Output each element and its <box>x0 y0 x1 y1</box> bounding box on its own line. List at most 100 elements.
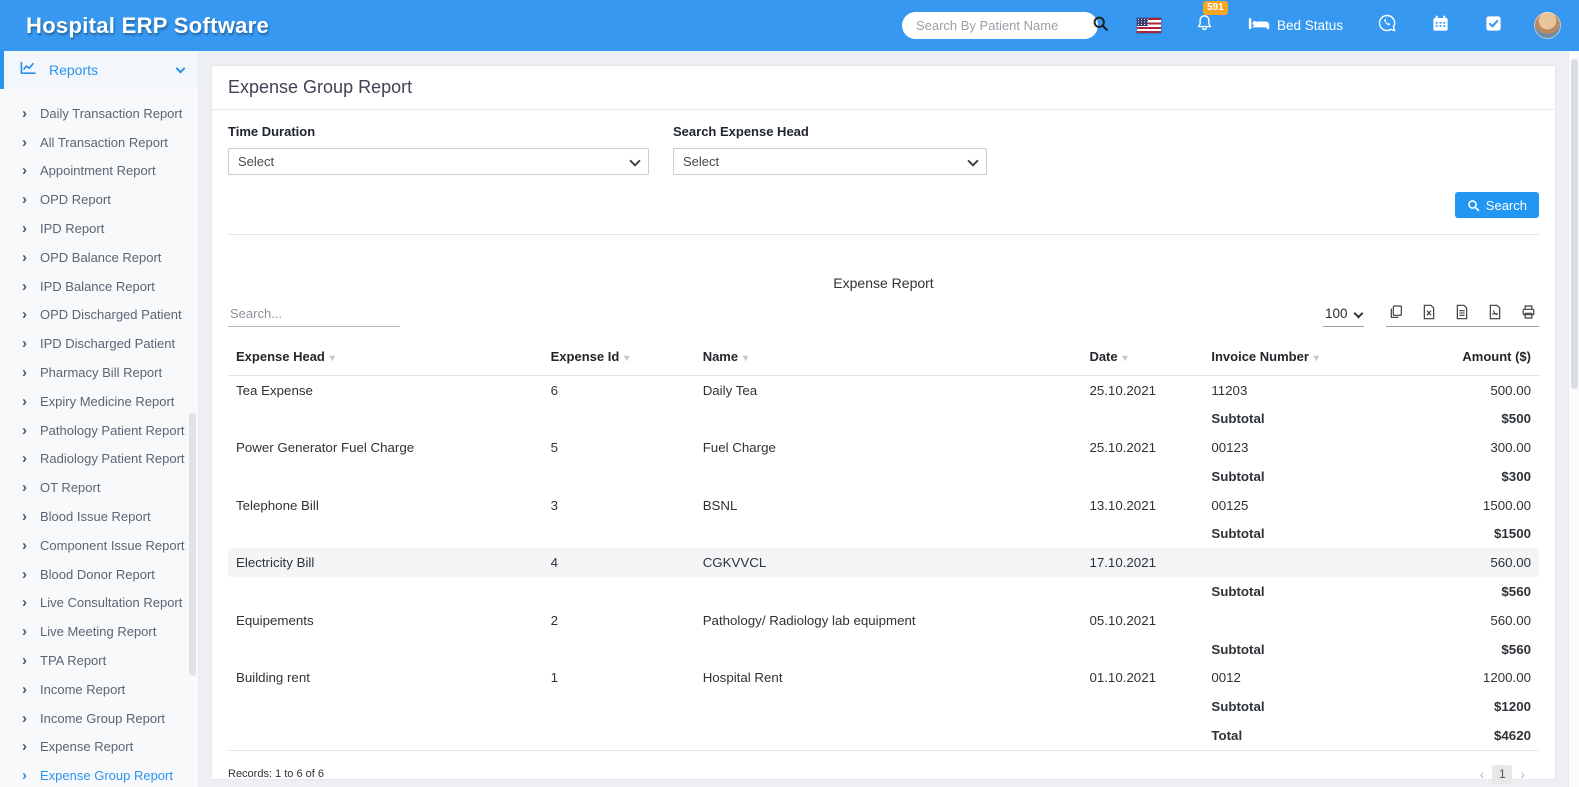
subtotal-row: Subtotal$500 <box>228 404 1539 433</box>
sidebar-item[interactable]: ›OT Report <box>0 473 198 502</box>
chevron-right-icon: › <box>22 567 27 582</box>
sidebar-item[interactable]: › Blood Donor Report <box>0 560 198 589</box>
patient-search-box[interactable] <box>902 12 1098 39</box>
calendar-button[interactable] <box>1431 14 1450 38</box>
empty-cell <box>1081 404 1203 433</box>
table-cell: CGKVVCL <box>695 548 1082 577</box>
language-flag-button[interactable] <box>1137 18 1161 33</box>
sidebar-item[interactable]: ›IPD Balance Report <box>0 272 198 301</box>
tasks-button[interactable] <box>1484 14 1503 38</box>
sidebar-item[interactable]: ›All Transaction Report <box>0 128 198 157</box>
csv-file-icon[interactable] <box>1454 304 1470 320</box>
sidebar-item[interactable]: ›Live Consultation Report <box>0 589 198 618</box>
table-cell: 6 <box>543 376 695 405</box>
table-row: Power Generator Fuel Charge5Fuel Charge2… <box>228 433 1539 462</box>
sidebar-item[interactable]: ›Radiology Patient Report <box>0 445 198 474</box>
sidebar-item[interactable]: › Pathology Patient Report <box>0 416 198 445</box>
sidebar-item[interactable]: ›IPD Discharged Patient <box>0 329 198 358</box>
chevron-right-icon: › <box>22 106 27 121</box>
search-icon[interactable] <box>1092 15 1109 37</box>
chevron-right-icon: › <box>22 221 27 236</box>
sidebar-item[interactable]: ›OPD Discharged Patient <box>0 301 198 330</box>
print-icon[interactable] <box>1520 304 1537 320</box>
sort-arrow-icon: ▾ <box>624 353 629 364</box>
table-header-row: Expense Head▾Expense Id▾Name▾Date▾Invoic… <box>228 341 1539 376</box>
patient-search-input[interactable] <box>916 18 1092 33</box>
summary-amount: $560 <box>1416 635 1539 664</box>
table-cell: 1200.00 <box>1416 663 1539 692</box>
sort-arrow-icon: ▾ <box>1314 353 1319 364</box>
empty-cell <box>1081 577 1203 606</box>
table-cell: Hospital Rent <box>695 663 1082 692</box>
table-cell <box>1203 548 1415 577</box>
page-size-select[interactable]: 100 <box>1323 306 1364 321</box>
time-duration-select[interactable]: Select <box>228 148 649 175</box>
pdf-icon[interactable] <box>1487 304 1503 320</box>
sidebar-item[interactable]: ›Pharmacy Bill Report <box>0 358 198 387</box>
sidebar-scrollbar[interactable] <box>189 413 196 676</box>
page-scrollbar-thumb[interactable] <box>1571 59 1578 389</box>
sidebar-item[interactable]: ›Expense Report <box>0 733 198 762</box>
table-row: Building rent1Hospital Rent01.10.2021001… <box>228 663 1539 692</box>
empty-cell <box>543 519 695 548</box>
sidebar-item[interactable]: ›Component Issue Report <box>0 531 198 560</box>
sidebar: Reports ›Daily Transaction Report›All Tr… <box>0 51 199 787</box>
sidebar-item-label: Income Report <box>40 682 125 697</box>
table-cell: Daily Tea <box>695 376 1082 405</box>
sidebar-item[interactable]: ›Blood Issue Report <box>0 502 198 531</box>
sidebar-item[interactable]: ›TPA Report <box>0 646 198 675</box>
empty-cell <box>1081 692 1203 721</box>
column-header[interactable]: Name▾ <box>695 341 1082 376</box>
sidebar-item[interactable]: ›OPD Report <box>0 185 198 214</box>
pagination-page-1[interactable]: 1 <box>1492 765 1512 784</box>
expense-head-label: Search Expense Head <box>673 124 987 139</box>
summary-label: Subtotal <box>1203 692 1415 721</box>
chevron-right-icon: › <box>22 423 27 438</box>
copy-icon[interactable] <box>1388 304 1404 320</box>
empty-cell <box>228 519 543 548</box>
chevron-right-icon: › <box>22 451 27 466</box>
notifications-button[interactable]: 591 <box>1195 13 1214 38</box>
table-cell: 2 <box>543 606 695 635</box>
sidebar-item[interactable]: ›IPD Report <box>0 214 198 243</box>
sidebar-item[interactable]: ›Income Group Report <box>0 704 198 733</box>
sidebar-item[interactable]: › Income Report <box>0 675 198 704</box>
sidebar-item[interactable]: ›Appointment Report <box>0 157 198 186</box>
page-scrollbar[interactable] <box>1568 51 1579 787</box>
sidebar-item[interactable]: ›Expense Group Report <box>0 761 198 787</box>
page-size-wrap: 100 <box>1323 305 1364 327</box>
empty-cell <box>1081 635 1203 664</box>
sidebar-item[interactable]: ›Expiry Medicine Report <box>0 387 198 416</box>
sidebar-item[interactable]: ›Live Meeting Report <box>0 617 198 646</box>
column-header[interactable]: Expense Id▾ <box>543 341 695 376</box>
expense-report-table: Expense Head▾Expense Id▾Name▾Date▾Invoic… <box>228 341 1539 750</box>
column-header[interactable]: Invoice Number▾ <box>1203 341 1415 376</box>
pagination-next[interactable]: › <box>1520 766 1525 782</box>
chevron-right-icon: › <box>22 279 27 294</box>
sidebar-item[interactable]: ›Daily Transaction Report <box>0 99 198 128</box>
column-header[interactable]: Expense Head▾ <box>228 341 543 376</box>
table-search-input[interactable] <box>228 303 400 327</box>
chevron-right-icon: › <box>22 682 27 697</box>
total-row: Total$4620 <box>228 721 1539 750</box>
subtotal-row: Subtotal$1500 <box>228 519 1539 548</box>
table-row: Electricity Bill4CGKVVCL17.10.2021560.00 <box>228 548 1539 577</box>
user-avatar[interactable] <box>1534 12 1561 39</box>
table-cell: 17.10.2021 <box>1081 548 1203 577</box>
summary-label: Subtotal <box>1203 462 1415 491</box>
sidebar-item-label: Pathology Patient Report <box>40 423 185 438</box>
pagination-prev[interactable]: ‹ <box>1480 766 1485 782</box>
excel-icon[interactable] <box>1421 304 1437 320</box>
subtotal-row: Subtotal$560 <box>228 635 1539 664</box>
sidebar-item-label: Blood Donor Report <box>40 567 155 582</box>
time-duration-select-wrap: Select <box>228 148 649 175</box>
sidebar-item[interactable]: ›OPD Balance Report <box>0 243 198 272</box>
search-button[interactable]: Search <box>1455 192 1539 218</box>
table-cell: 560.00 <box>1416 606 1539 635</box>
column-header[interactable]: Date▾ <box>1081 341 1203 376</box>
bed-status-button[interactable]: Bed Status <box>1248 16 1343 35</box>
whatsapp-button[interactable] <box>1377 13 1397 38</box>
table-cell: 00123 <box>1203 433 1415 462</box>
expense-head-select[interactable]: Select <box>673 148 987 175</box>
sidebar-section-reports[interactable]: Reports <box>0 51 198 89</box>
